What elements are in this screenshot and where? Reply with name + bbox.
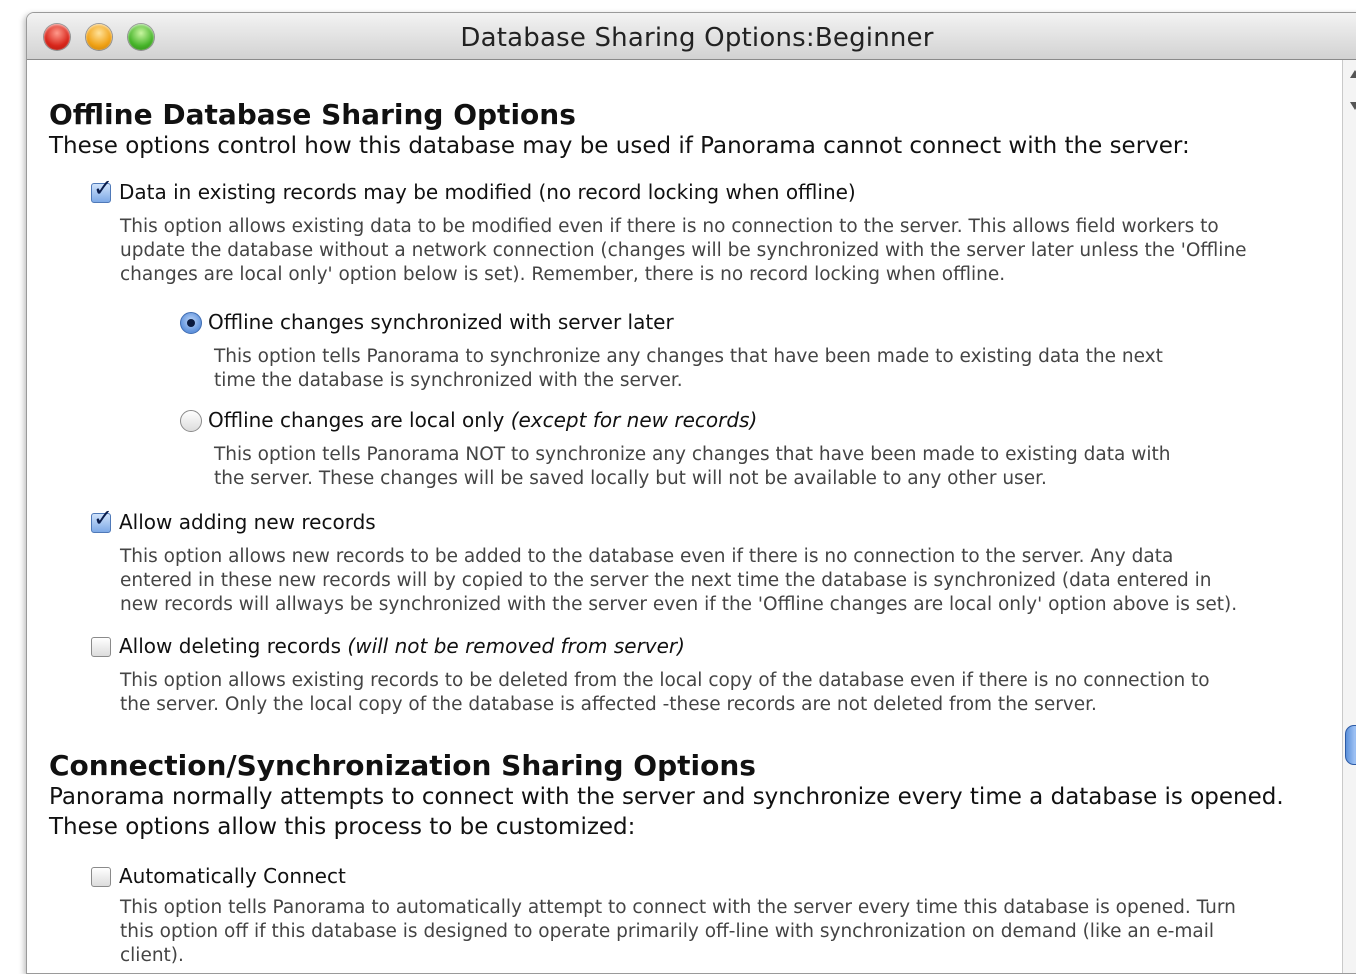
delete-records-description: This option allows existing records to b…	[120, 669, 1210, 717]
checkmark-icon: ✓	[93, 504, 114, 532]
description-line: This option allows new records to be add…	[120, 546, 1174, 567]
description-line: new records will allways be synchronized…	[120, 594, 1238, 615]
local-only-note: (except for new records)	[510, 408, 758, 432]
description-line: this option off if this database is desi…	[120, 921, 1215, 942]
vertical-scrollbar[interactable]	[1342, 60, 1356, 973]
title-bar[interactable]: Database Sharing Options:Beginner	[27, 13, 1356, 60]
local-only-label-wrap: Offline changes are local only (except f…	[208, 408, 757, 432]
radio-dot-icon	[187, 319, 195, 327]
description-line: This option tells Panorama to synchroniz…	[214, 346, 1163, 367]
connection-heading: Connection/Synchronization Sharing Optio…	[49, 749, 756, 782]
description-line: This option allows existing records to b…	[120, 670, 1210, 691]
description-line: client).	[120, 945, 184, 966]
description-line: This option tells Panorama NOT to synchr…	[214, 444, 1171, 465]
auto-connect-checkbox[interactable]	[91, 867, 111, 887]
intro-line: These options allow this process to be c…	[49, 814, 636, 840]
content-area: Offline Database Sharing Options These o…	[27, 60, 1343, 973]
description-line: time the database is synchronized with t…	[214, 370, 683, 391]
local-only-description: This option tells Panorama NOT to synchr…	[214, 443, 1170, 491]
description-line: update the database without a network co…	[120, 240, 1247, 261]
sync-later-label: Offline changes synchronized with server…	[208, 310, 674, 334]
local-only-radio[interactable]	[180, 410, 202, 432]
modify-label: Data in existing records may be modified…	[119, 180, 856, 204]
connection-intro: Panorama normally attempts to connect wi…	[49, 782, 1284, 842]
description-line: changes are local only' option below is …	[120, 264, 1006, 285]
options-window: Database Sharing Options:Beginner Offlin…	[26, 12, 1356, 974]
sync-later-radio[interactable]	[180, 312, 202, 334]
offline-heading: Offline Database Sharing Options	[49, 98, 576, 131]
delete-records-note: (will not be removed from server)	[347, 634, 685, 658]
auto-connect-label: Automatically Connect	[119, 864, 346, 888]
window-title: Database Sharing Options:Beginner	[460, 23, 934, 53]
add-records-checkbox[interactable]: ✓	[91, 506, 113, 533]
description-line: This option tells Panorama to automatica…	[120, 897, 1236, 918]
description-line: the server. Only the local copy of the d…	[120, 694, 1097, 715]
modify-description: This option allows existing data to be m…	[120, 215, 1247, 287]
description-line: entered in these new records will by cop…	[120, 570, 1212, 591]
offline-intro: These options control how this database …	[49, 133, 1190, 159]
description-line: the server. These changes will be saved …	[214, 468, 1047, 489]
scroll-up-icon[interactable]	[1350, 70, 1356, 78]
add-records-description: This option allows new records to be add…	[120, 545, 1237, 617]
description-line: This option allows existing data to be m…	[120, 216, 1219, 237]
modify-checkbox[interactable]: ✓	[91, 176, 113, 203]
scroll-thumb[interactable]	[1345, 725, 1356, 765]
delete-records-label: Allow deleting records	[119, 634, 342, 658]
scroll-down-icon[interactable]	[1350, 102, 1356, 110]
local-only-label: Offline changes are local only	[208, 408, 505, 432]
intro-line: Panorama normally attempts to connect wi…	[49, 784, 1284, 810]
delete-records-checkbox[interactable]	[91, 637, 111, 657]
checkmark-icon: ✓	[93, 174, 114, 202]
auto-connect-description: This option tells Panorama to automatica…	[120, 896, 1236, 968]
sync-later-description: This option tells Panorama to synchroniz…	[214, 345, 1163, 393]
delete-records-label-wrap: Allow deleting records (will not be remo…	[119, 634, 685, 658]
add-records-label: Allow adding new records	[119, 510, 376, 534]
